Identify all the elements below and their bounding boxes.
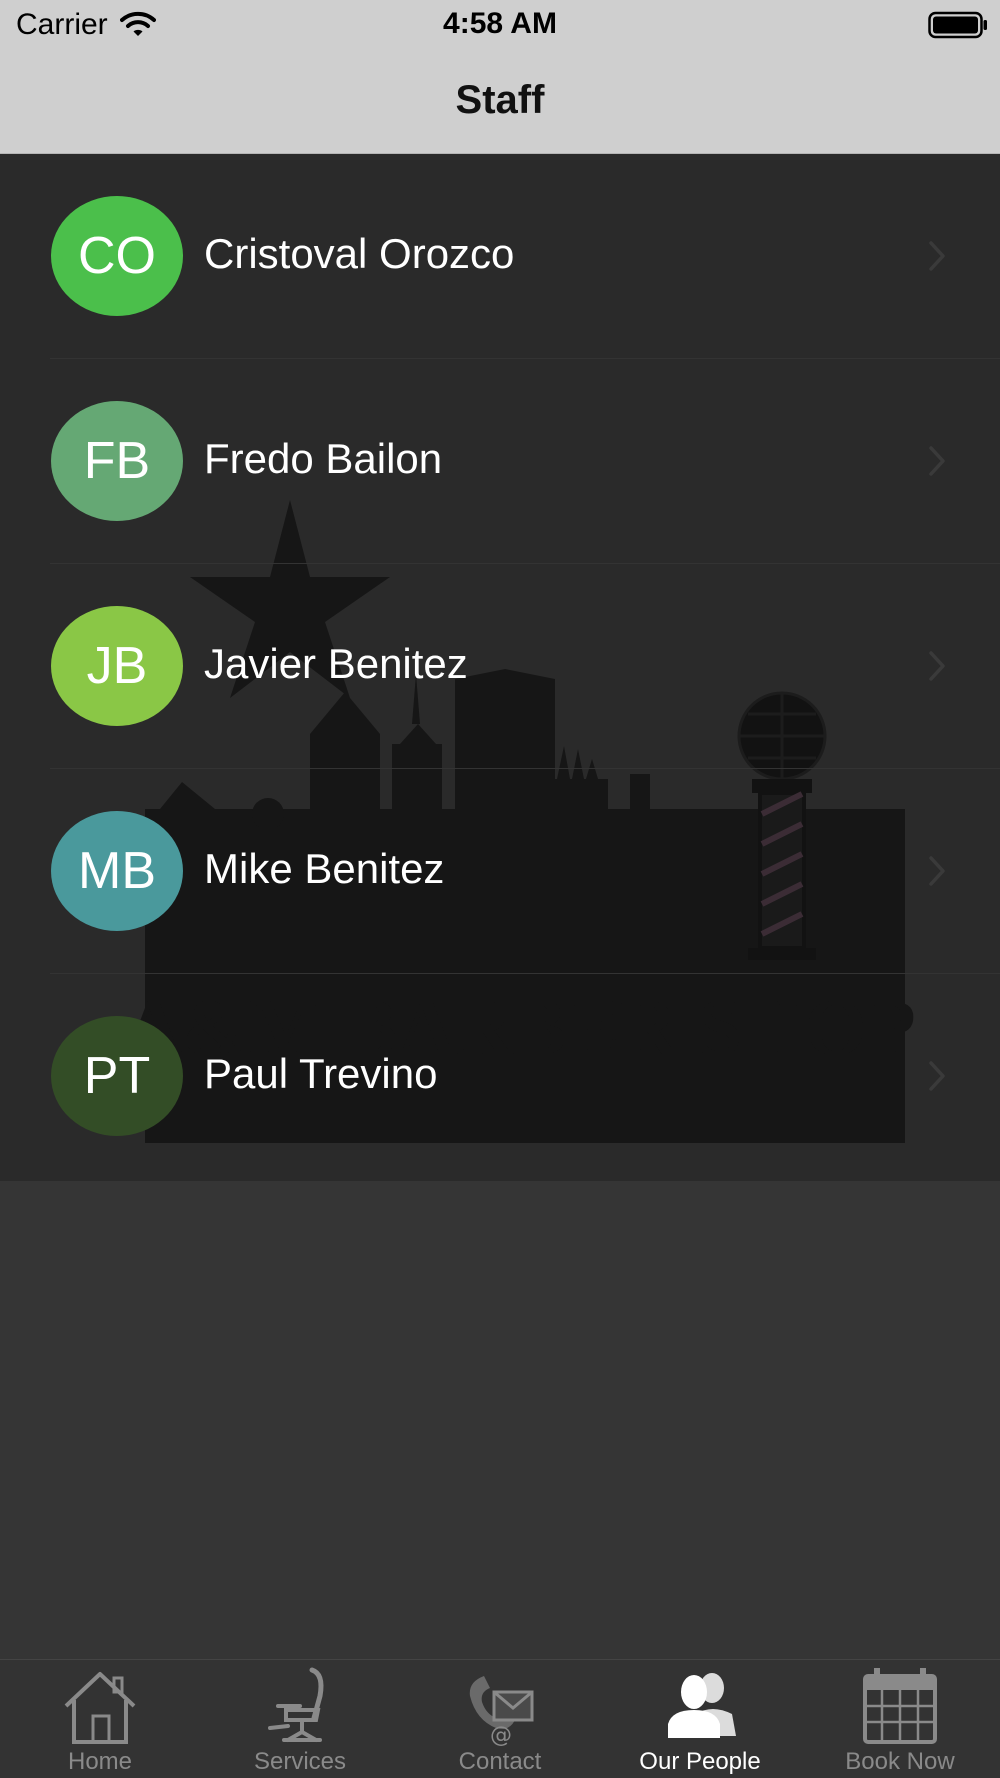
staff-row-javier-benitez[interactable]: JB Javier Benitez [0, 564, 1000, 769]
avatar: PT [51, 1016, 183, 1136]
staff-name: Cristoval Orozco [204, 230, 515, 277]
tab-book-now[interactable]: Book Now [800, 1660, 1000, 1778]
home-icon [64, 1672, 136, 1744]
svg-text:@: @ [490, 1723, 512, 1746]
tab-contact[interactable]: @ Contact [400, 1660, 600, 1778]
tab-label: Our People [639, 1748, 761, 1775]
chevron-right-icon [929, 241, 945, 271]
staff-row-fredo-bailon[interactable]: FB Fredo Bailon [0, 359, 1000, 564]
barber-chair-icon [268, 1667, 324, 1742]
tab-services[interactable]: Services [200, 1660, 400, 1778]
avatar: CO [51, 196, 183, 316]
staff-list[interactable]: A&M BARBER SHOP CO Cristoval Orozco FB F… [0, 154, 1000, 1181]
avatar: FB [51, 401, 183, 521]
status-bar: Carrier 4:58 AM [0, 0, 1000, 50]
battery-icon [928, 11, 987, 39]
staff-name: Fredo Bailon [204, 435, 443, 482]
staff-name: Javier Benitez [204, 640, 468, 687]
chevron-right-icon [929, 1061, 945, 1091]
people-icon [668, 1673, 736, 1738]
avatar: JB [51, 606, 183, 726]
tab-label: Contact [458, 1748, 542, 1775]
tab-bar: Home Services @ Contact Our People Book … [0, 1659, 1000, 1778]
tab-our-people[interactable]: Our People [600, 1660, 800, 1778]
tab-label: Book Now [845, 1748, 955, 1775]
tab-label: Services [253, 1748, 347, 1775]
chevron-right-icon [929, 651, 945, 681]
calendar-icon [863, 1668, 937, 1744]
page-title: Staff [455, 78, 545, 122]
status-time: 4:58 AM [443, 7, 557, 40]
contact-icon: @ [469, 1676, 534, 1746]
chevron-right-icon [929, 856, 945, 886]
staff-name: Paul Trevino [204, 1050, 438, 1097]
staff-row-mike-benitez[interactable]: MB Mike Benitez [0, 769, 1000, 974]
tab-label: Home [67, 1748, 133, 1775]
staff-name: Mike Benitez [204, 845, 445, 892]
staff-row-paul-trevino[interactable]: PT Paul Trevino [0, 974, 1000, 1179]
staff-row-cristoval-orozco[interactable]: CO Cristoval Orozco [0, 154, 1000, 359]
chevron-right-icon [929, 446, 945, 476]
avatar: MB [51, 811, 183, 931]
tab-home[interactable]: Home [0, 1660, 200, 1778]
navigation-bar: Staff [0, 50, 1000, 154]
